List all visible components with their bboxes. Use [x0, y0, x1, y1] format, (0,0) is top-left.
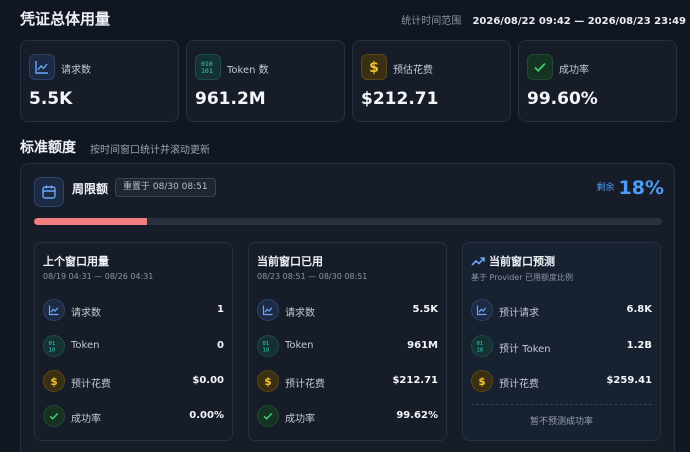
row-value: 5.5K	[412, 304, 438, 315]
svg-text:$: $	[369, 60, 379, 75]
row-label: 成功率	[285, 414, 315, 425]
range-label: 统计时间范围	[401, 16, 462, 27]
no-forecast-note: 暂不预测成功率	[529, 417, 593, 427]
svg-text:01: 01	[477, 341, 484, 347]
row-label: Token	[71, 340, 100, 351]
check-icon	[527, 54, 553, 80]
stats-range: 统计时间范围 2026/08/22 09:42 — 2026/08/23 23:…	[401, 12, 686, 27]
stat-label: 成功率	[559, 65, 589, 76]
stat-card-tokens: 010 101 Token 数 961.2M	[186, 40, 345, 122]
card-title: 当前窗口预测	[489, 255, 555, 268]
svg-text:101: 101	[201, 67, 213, 75]
window-card-current: 当前窗口已用 08/23 08:51 — 08/30 08:51 请求数 5.5…	[248, 242, 447, 441]
card-title-wrap: 当前窗口预测	[471, 253, 555, 270]
svg-text:10: 10	[477, 347, 484, 353]
binary-icon: 01 10	[257, 335, 279, 357]
row-value: $0.00	[192, 375, 224, 386]
stat-card-success-rate: 成功率 99.60%	[518, 40, 677, 122]
stat-value: 99.60%	[527, 89, 598, 109]
stat-value: 5.5K	[29, 89, 73, 109]
card-subtitle: 08/19 04:31 — 08/26 04:31	[43, 272, 154, 281]
row-token: 01 10 Token 0	[43, 335, 224, 357]
svg-text:01: 01	[263, 341, 270, 347]
divider	[471, 404, 652, 405]
svg-text:10: 10	[263, 347, 270, 353]
card-subtitle: 08/23 08:51 — 08/30 08:51	[257, 272, 368, 281]
card-title: 当前窗口已用	[257, 255, 323, 268]
row-label: Token	[285, 340, 314, 351]
stat-value: 961.2M	[195, 89, 266, 109]
svg-text:$: $	[264, 376, 271, 387]
remaining-value: 18%	[618, 177, 664, 199]
card-title: 上个窗口用量	[43, 255, 109, 268]
trend-up-icon	[471, 255, 485, 270]
page-title: 凭证总体用量	[20, 10, 111, 28]
row-label: 成功率	[71, 414, 101, 425]
row-success-rate: 成功率 99.62%	[257, 405, 438, 427]
quota-title: 周限额	[72, 182, 109, 196]
row-forecast-cost: $ 预计花费 $259.41	[471, 370, 652, 392]
stat-value: $212.71	[361, 89, 439, 109]
row-label: 请求数	[285, 308, 315, 319]
chart-line-icon	[43, 299, 65, 321]
window-card-forecast: 当前窗口预测 基于 Provider 已用额度比例 预计请求 6.8K 01 10…	[462, 242, 661, 441]
stat-label: 请求数	[61, 65, 91, 76]
row-value: $212.71	[392, 375, 438, 386]
svg-text:01: 01	[49, 341, 56, 347]
stat-card-cost: $ 预估花费 $212.71	[352, 40, 511, 122]
row-value: 0.00%	[189, 410, 224, 421]
section-title: 标准额度	[20, 140, 76, 156]
svg-text:10: 10	[49, 347, 56, 353]
binary-icon: 01 10	[43, 335, 65, 357]
dollar-icon: $	[43, 370, 65, 392]
row-value: 99.62%	[396, 410, 438, 421]
svg-text:$: $	[478, 376, 485, 387]
row-value: 0	[217, 340, 224, 351]
calendar-icon	[34, 177, 64, 207]
row-label: 预计花费	[71, 379, 111, 390]
svg-text:$: $	[50, 376, 57, 387]
check-icon	[257, 405, 279, 427]
quota-progress-fill	[34, 218, 148, 225]
row-label: 预计花费	[285, 379, 325, 390]
row-value: $259.41	[606, 375, 652, 386]
card-subtitle: 基于 Provider 已用额度比例	[471, 273, 574, 282]
row-label: 预计请求	[499, 308, 539, 319]
row-cost: $ 预计花费 $212.71	[257, 370, 438, 392]
dollar-icon: $	[257, 370, 279, 392]
window-card-previous: 上个窗口用量 08/19 04:31 — 08/26 04:31 请求数 1 0…	[34, 242, 233, 441]
binary-icon: 01 10	[471, 335, 493, 357]
row-forecast-requests: 预计请求 6.8K	[471, 299, 652, 321]
row-value: 961M	[407, 340, 438, 351]
quota-progress-bar	[34, 218, 662, 225]
stat-card-requests: 请求数 5.5K	[20, 40, 179, 122]
row-value: 1	[217, 304, 224, 315]
row-requests: 请求数 5.5K	[257, 299, 438, 321]
row-label: 预计花费	[499, 379, 539, 390]
row-cost: $ 预计花费 $0.00	[43, 370, 224, 392]
dollar-icon: $	[471, 370, 493, 392]
chart-line-icon	[471, 299, 493, 321]
reset-badge: 重置于 08/30 08:51	[115, 178, 216, 197]
row-label: 请求数	[71, 308, 101, 319]
stat-label: Token 数	[227, 65, 269, 76]
remaining-indicator: 剩余 18%	[597, 177, 665, 199]
row-forecast-token: 01 10 预计 Token 1.2B	[471, 335, 652, 357]
remaining-label: 剩余	[596, 183, 615, 193]
row-label: 预计 Token	[499, 344, 551, 355]
row-value: 1.2B	[626, 340, 652, 351]
range-value: 2026/08/22 09:42 — 2026/08/23 23:49	[472, 16, 686, 27]
row-token: 01 10 Token 961M	[257, 335, 438, 357]
stat-label: 预估花费	[393, 65, 433, 76]
row-requests: 请求数 1	[43, 299, 224, 321]
row-value: 6.8K	[626, 304, 652, 315]
dollar-icon: $	[361, 54, 387, 80]
binary-icon: 010 101	[195, 54, 221, 80]
chart-line-icon	[29, 54, 55, 80]
section-subtitle: 按时间窗口统计并滚动更新	[90, 145, 210, 156]
chart-line-icon	[257, 299, 279, 321]
row-success-rate: 成功率 0.00%	[43, 405, 224, 427]
check-icon	[43, 405, 65, 427]
